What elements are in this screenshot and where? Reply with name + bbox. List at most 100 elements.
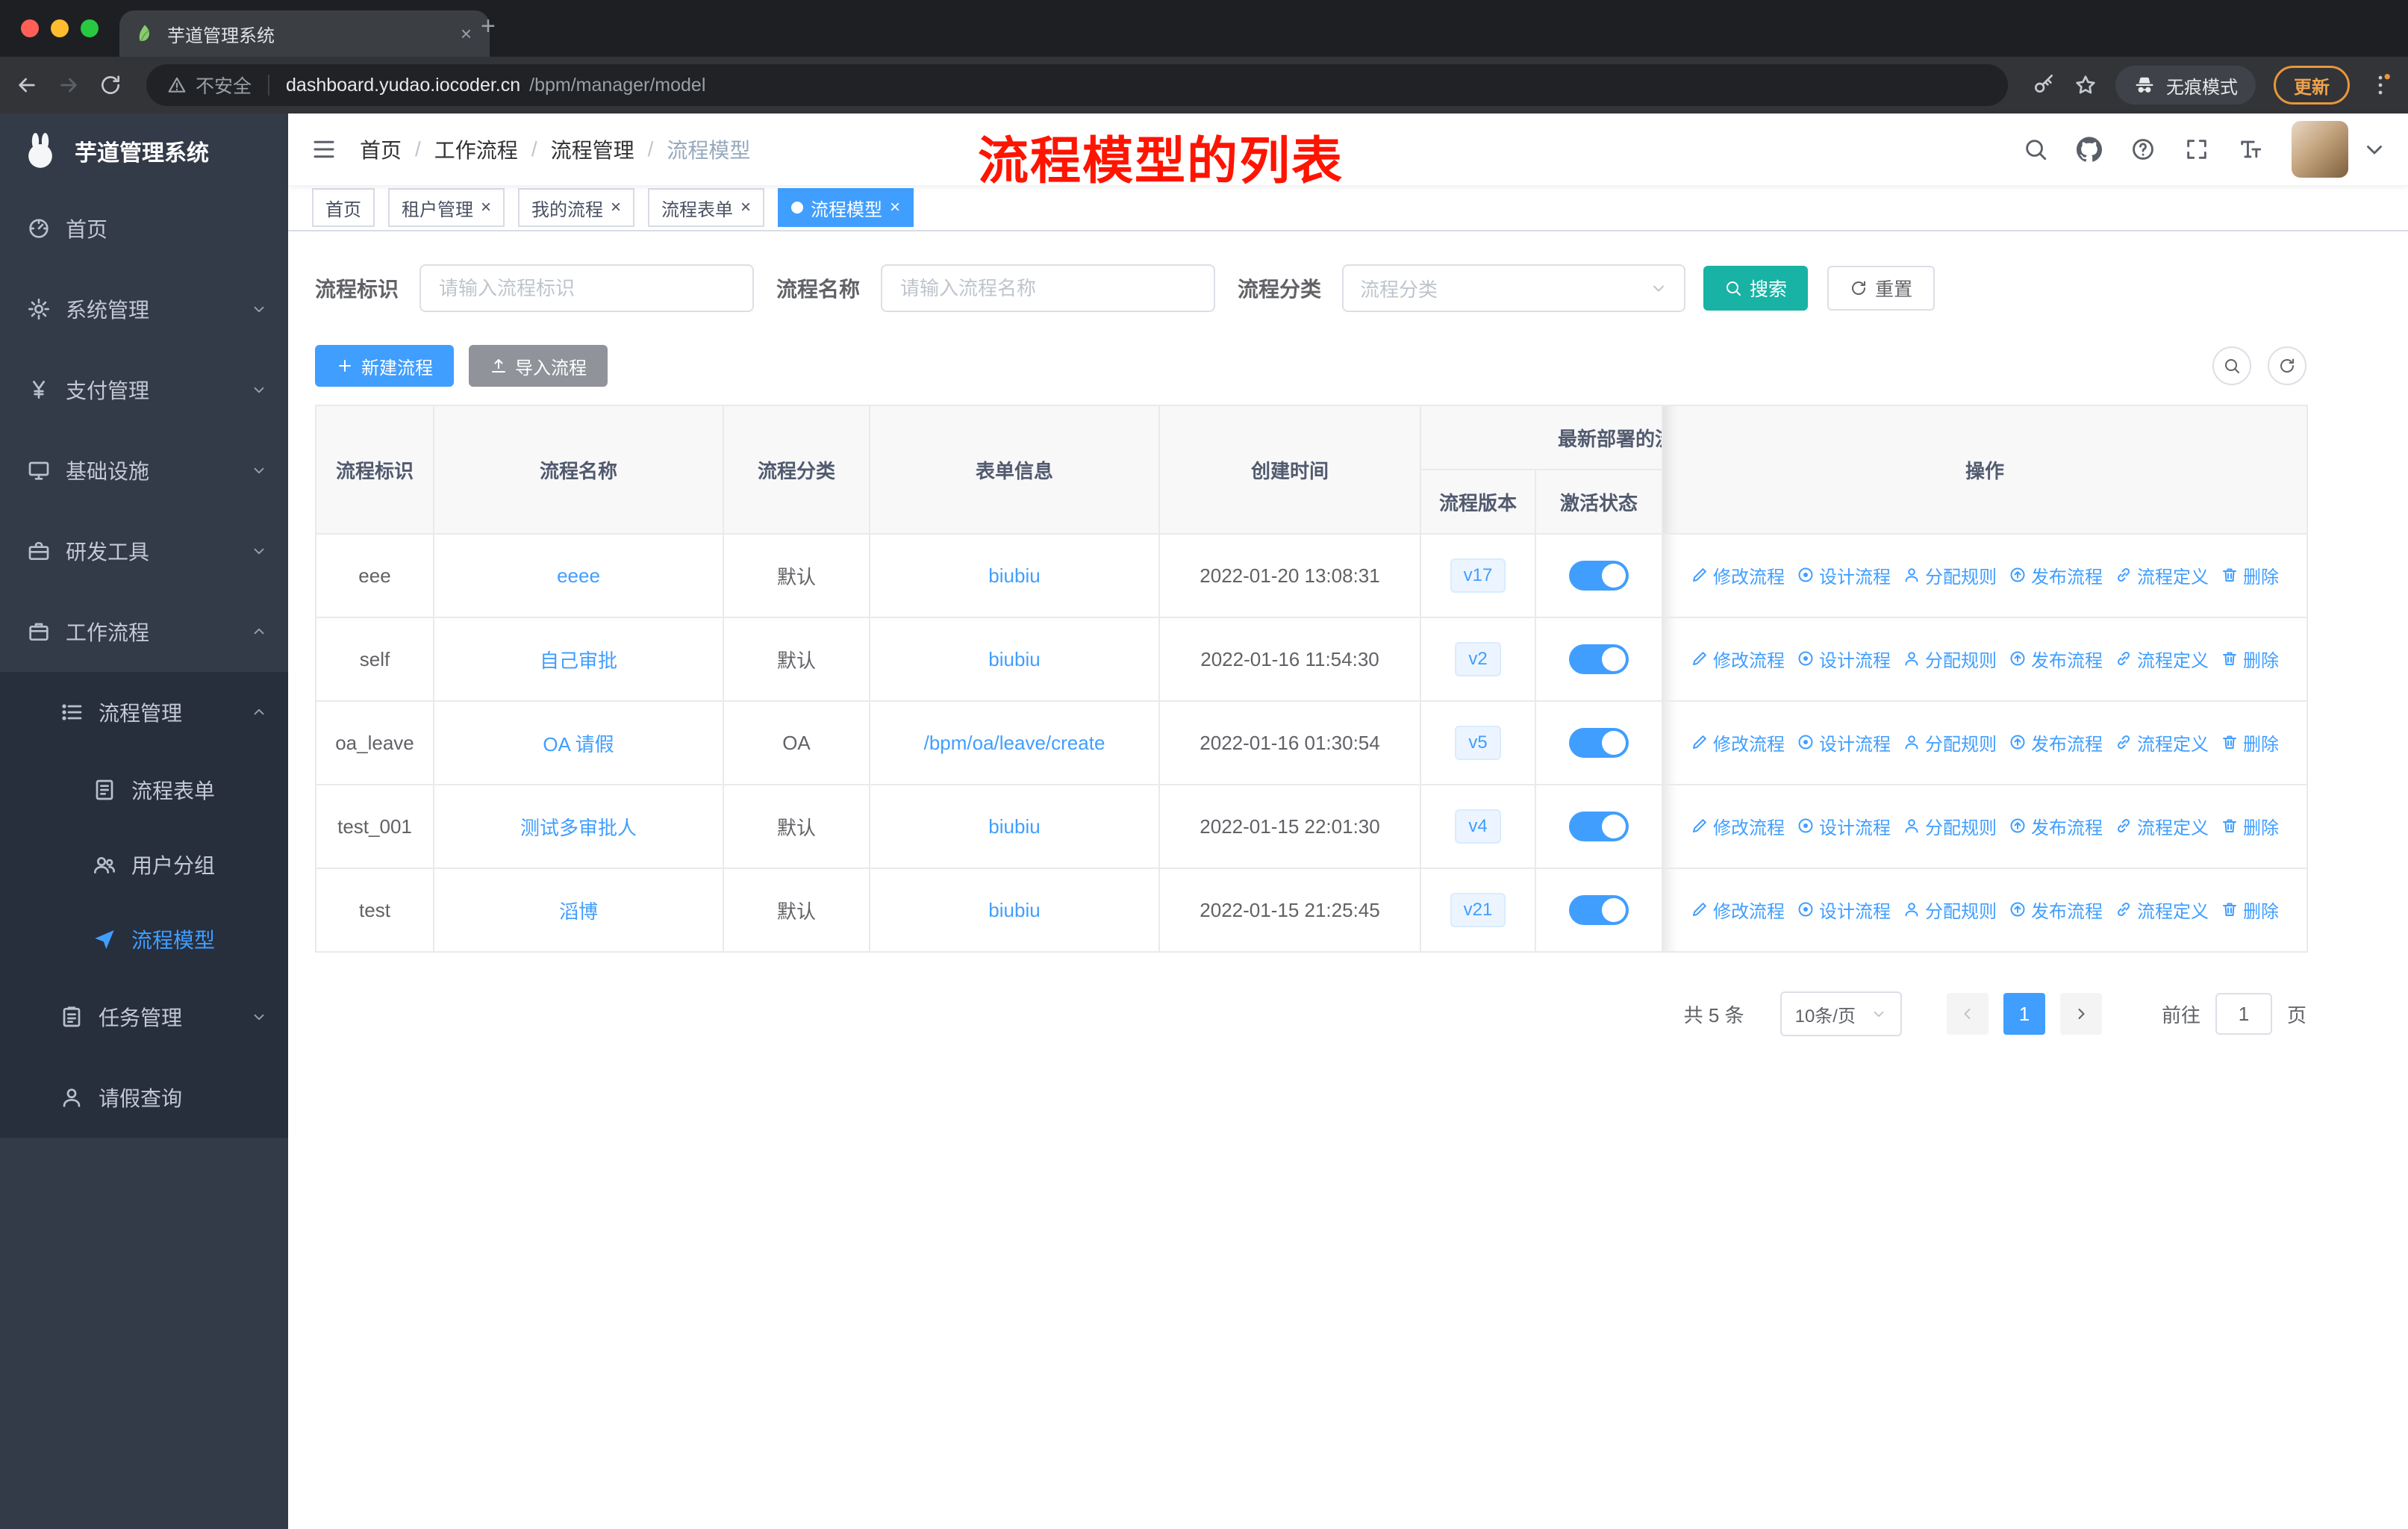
action-definition-link[interactable]: 流程定义	[2115, 729, 2209, 756]
category-select[interactable]: 流程分类	[1342, 264, 1686, 312]
breadcrumb-item[interactable]: 流程管理	[551, 134, 634, 164]
form-info-link[interactable]: biubiu	[988, 648, 1040, 670]
tag-item[interactable]: 我的流程 ×	[518, 188, 635, 227]
font-size-icon[interactable]	[2238, 137, 2263, 162]
action-design-link[interactable]: 设计流程	[1797, 562, 1891, 588]
activation-toggle[interactable]	[1569, 812, 1629, 841]
global-search-icon[interactable]	[2023, 137, 2048, 162]
update-button[interactable]: 更新	[2274, 66, 2350, 105]
close-icon[interactable]: ×	[611, 199, 621, 217]
action-edit-link[interactable]: 修改流程	[1691, 562, 1785, 588]
prev-page-button[interactable]	[1946, 993, 1989, 1035]
create-process-button[interactable]: 新建流程	[315, 345, 454, 387]
action-assign-link[interactable]: 分配规则	[1903, 646, 1997, 672]
sidebar-collapse-button[interactable]	[288, 136, 360, 163]
sidebar-item-workflow[interactable]: 工作流程	[0, 591, 288, 672]
action-publish-link[interactable]: 发布流程	[2009, 562, 2103, 588]
action-design-link[interactable]: 设计流程	[1797, 729, 1891, 756]
action-design-link[interactable]: 设计流程	[1797, 813, 1891, 839]
process-name-link[interactable]: 测试多审批人	[520, 817, 637, 839]
activation-toggle[interactable]	[1569, 561, 1629, 591]
help-icon[interactable]	[2130, 137, 2156, 162]
sidebar-item-devtools[interactable]: 研发工具	[0, 511, 288, 591]
process-name-link[interactable]: OA 请假	[543, 733, 614, 756]
tag-item[interactable]: 首页	[312, 188, 375, 227]
sidebar-item-system[interactable]: 系统管理	[0, 269, 288, 349]
address-bar[interactable]: 不安全 dashboard.yudao.iocoder.cn/bpm/manag…	[146, 64, 2008, 106]
page-number-button[interactable]: 1	[2003, 993, 2045, 1035]
sidebar-item-leave-query[interactable]: 请假查询	[0, 1057, 288, 1138]
process-name-input[interactable]	[881, 264, 1216, 312]
forward-button[interactable]	[57, 73, 81, 97]
activation-toggle[interactable]	[1569, 644, 1629, 674]
action-delete-link[interactable]: 删除	[2221, 646, 2279, 672]
action-delete-link[interactable]: 删除	[2221, 813, 2279, 839]
close-icon[interactable]: ×	[481, 199, 491, 217]
action-edit-link[interactable]: 修改流程	[1691, 813, 1785, 839]
next-page-button[interactable]	[2059, 993, 2102, 1035]
search-button[interactable]: 搜索	[1703, 266, 1809, 311]
action-assign-link[interactable]: 分配规则	[1903, 729, 1997, 756]
process-name-link[interactable]: 自己审批	[540, 650, 617, 672]
fullscreen-icon[interactable]	[2184, 137, 2209, 162]
page-size-select[interactable]: 10条/页	[1780, 991, 1902, 1036]
action-edit-link[interactable]: 修改流程	[1691, 729, 1785, 756]
window-minimize-button[interactable]	[51, 19, 69, 37]
action-design-link[interactable]: 设计流程	[1797, 646, 1891, 672]
user-avatar[interactable]	[2292, 121, 2348, 178]
sidebar-item-process-model[interactable]: 流程模型	[0, 902, 288, 977]
process-name-link[interactable]: 滔博	[559, 900, 598, 923]
tag-item[interactable]: 流程模型 ×	[778, 188, 914, 227]
form-info-link[interactable]: biubiu	[988, 899, 1040, 921]
form-info-link[interactable]: biubiu	[988, 815, 1040, 838]
action-edit-link[interactable]: 修改流程	[1691, 646, 1785, 672]
form-info-link[interactable]: biubiu	[988, 564, 1040, 587]
sidebar-item-user-group[interactable]: 用户分组	[0, 827, 288, 902]
process-name-link[interactable]: eeee	[557, 564, 600, 587]
sidebar-item-payment[interactable]: 支付管理	[0, 349, 288, 430]
window-zoom-button[interactable]	[81, 19, 99, 37]
action-definition-link[interactable]: 流程定义	[2115, 562, 2209, 588]
action-definition-link[interactable]: 流程定义	[2115, 813, 2209, 839]
reset-button[interactable]: 重置	[1827, 266, 1936, 311]
action-assign-link[interactable]: 分配规则	[1903, 897, 1997, 923]
tab-close-icon[interactable]: ×	[458, 22, 475, 46]
bookmark-star-icon[interactable]	[2074, 73, 2097, 97]
browser-tab[interactable]: 芋道管理系统 ×	[119, 10, 490, 57]
action-assign-link[interactable]: 分配规则	[1903, 562, 1997, 588]
action-delete-link[interactable]: 删除	[2221, 729, 2279, 756]
action-assign-link[interactable]: 分配规则	[1903, 813, 1997, 839]
action-edit-link[interactable]: 修改流程	[1691, 897, 1785, 923]
password-key-icon[interactable]	[2032, 73, 2056, 97]
new-tab-button[interactable]: +	[481, 12, 496, 41]
reload-button[interactable]	[99, 73, 122, 97]
tag-item[interactable]: 租户管理 ×	[388, 188, 505, 227]
sidebar-item-process-manage[interactable]: 流程管理	[0, 672, 288, 753]
action-publish-link[interactable]: 发布流程	[2009, 646, 2103, 672]
sidebar-item-process-form[interactable]: 流程表单	[0, 753, 288, 827]
action-design-link[interactable]: 设计流程	[1797, 897, 1891, 923]
close-icon[interactable]: ×	[890, 199, 900, 217]
browser-menu-icon[interactable]	[2368, 72, 2393, 98]
action-delete-link[interactable]: 删除	[2221, 562, 2279, 588]
tag-item[interactable]: 流程表单 ×	[648, 188, 765, 227]
back-button[interactable]	[15, 73, 39, 97]
goto-page-input[interactable]	[2215, 993, 2272, 1035]
import-process-button[interactable]: 导入流程	[469, 345, 608, 387]
app-logo[interactable]: 芋道管理系统	[0, 113, 288, 188]
action-publish-link[interactable]: 发布流程	[2009, 813, 2103, 839]
action-delete-link[interactable]: 删除	[2221, 897, 2279, 923]
process-key-input[interactable]	[419, 264, 755, 312]
form-info-link[interactable]: /bpm/oa/leave/create	[924, 732, 1105, 754]
breadcrumb-item[interactable]: 首页	[360, 134, 402, 164]
action-publish-link[interactable]: 发布流程	[2009, 729, 2103, 756]
activation-toggle[interactable]	[1569, 728, 1629, 758]
sidebar-item-infrastructure[interactable]: 基础设施	[0, 430, 288, 511]
breadcrumb-item[interactable]: 工作流程	[434, 134, 518, 164]
activation-toggle[interactable]	[1569, 895, 1629, 925]
close-icon[interactable]: ×	[740, 199, 751, 217]
window-close-button[interactable]	[21, 19, 39, 37]
action-definition-link[interactable]: 流程定义	[2115, 897, 2209, 923]
github-icon[interactable]	[2077, 137, 2102, 162]
sidebar-item-task-manage[interactable]: 任务管理	[0, 977, 288, 1057]
